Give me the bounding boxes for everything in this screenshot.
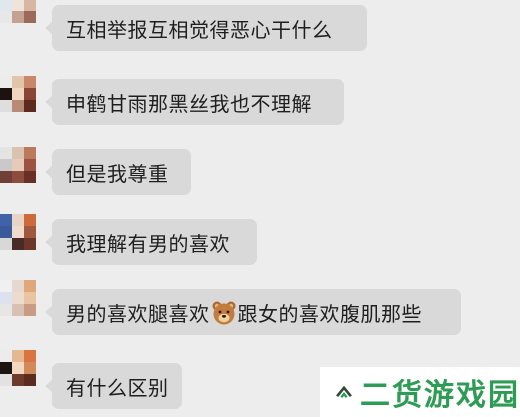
message-text: 但是我尊重 — [66, 161, 169, 186]
message-bubble[interactable]: 男的喜欢腿喜欢 跟女的喜欢腹肌那些 — [45, 289, 461, 335]
chevron-logo-icon — [336, 385, 352, 399]
message-text: 申鹤甘雨那黑丝我也不理解 — [66, 91, 312, 116]
bear-face-emoji-icon — [212, 301, 235, 324]
message-bubble[interactable]: 但是我尊重 — [45, 149, 191, 195]
message-text: 有什么区别 — [66, 375, 169, 400]
message-bubble[interactable]: 互相举报互相觉得恶心干什么 — [45, 5, 367, 51]
avatar[interactable] — [0, 280, 36, 316]
avatar[interactable] — [0, 350, 36, 386]
watermark: 二货游戏园 — [320, 367, 520, 417]
message-bubble[interactable]: 申鹤甘雨那黑丝我也不理解 — [45, 79, 344, 125]
message-text: 我理解有男的喜欢 — [66, 231, 230, 256]
avatar[interactable] — [0, 147, 36, 183]
avatar[interactable] — [0, 214, 36, 250]
message-text: 男的喜欢腿喜欢 跟女的喜欢腹肌那些 — [66, 301, 422, 326]
watermark-text: 二货游戏园 — [360, 378, 520, 413]
message-text: 互相举报互相觉得恶心干什么 — [66, 17, 333, 42]
message-bubble[interactable]: 有什么区别 — [45, 363, 182, 409]
avatar[interactable] — [0, 0, 36, 23]
avatar[interactable] — [0, 76, 36, 112]
message-bubble[interactable]: 我理解有男的喜欢 — [45, 219, 257, 265]
